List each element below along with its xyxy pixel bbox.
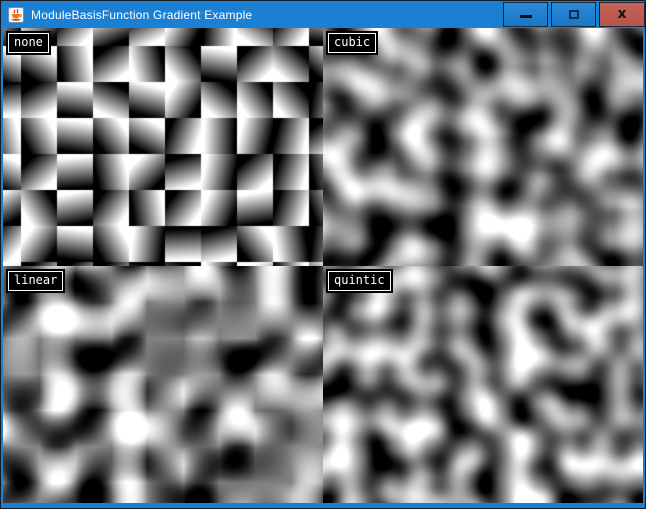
noise-canvas-quintic [323, 266, 643, 503]
minimize-button[interactable] [503, 2, 548, 27]
noise-panel-none: none [3, 28, 323, 266]
minimize-icon [520, 15, 532, 18]
interp-label-quintic: quintic [328, 271, 391, 291]
close-icon: x [617, 7, 626, 21]
app-window: ModuleBasisFunction Gradient Example x n… [0, 0, 646, 509]
noise-panel-cubic: cubic [323, 28, 643, 266]
noise-panel-linear: linear [3, 266, 323, 503]
noise-canvas-none [3, 28, 323, 266]
maximize-icon [569, 10, 579, 19]
interp-label-linear: linear [8, 271, 63, 291]
interp-label-none: none [8, 33, 49, 53]
noise-panel-quintic: quintic [323, 266, 643, 503]
noise-canvas-linear [3, 266, 323, 503]
window-controls: x [503, 2, 645, 27]
close-button[interactable]: x [599, 2, 645, 27]
noise-canvas-cubic [323, 28, 643, 266]
titlebar[interactable]: ModuleBasisFunction Gradient Example x [1, 1, 645, 28]
maximize-button[interactable] [551, 2, 596, 27]
interp-label-cubic: cubic [328, 33, 376, 53]
window-title: ModuleBasisFunction Gradient Example [31, 8, 252, 22]
java-logo-icon [8, 7, 24, 23]
noise-grid: none cubic linear quintic [3, 28, 643, 503]
